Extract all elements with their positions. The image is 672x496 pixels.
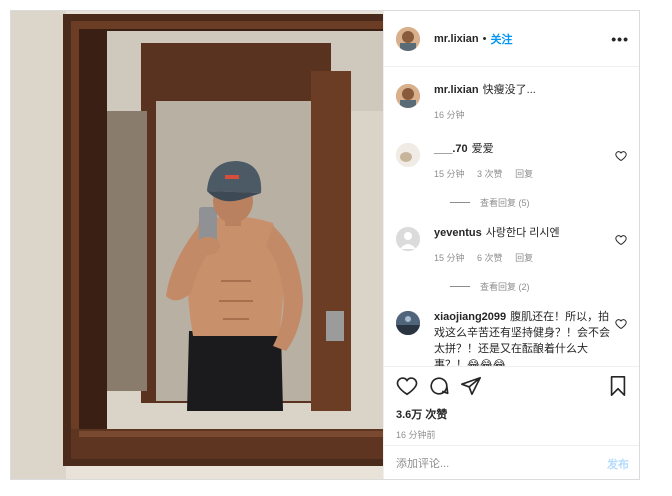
divider-line <box>450 286 470 287</box>
instagram-post: mr.lixian • 关注 ••• mr.lixian 快瘦没了... 16 分… <box>10 10 640 480</box>
follow-button[interactable]: 关注 <box>491 31 513 47</box>
post-timestamp[interactable]: 16 分钟前 <box>396 428 629 441</box>
view-replies-button[interactable]: 查看回复 (2) <box>450 280 629 293</box>
comment-input[interactable] <box>396 457 607 470</box>
like-heart-icon[interactable] <box>396 375 418 397</box>
caption-avatar[interactable] <box>396 84 420 108</box>
caption-text: 快瘦没了... <box>482 84 536 96</box>
likes-count[interactable]: 3.6万 次赞 <box>396 406 629 422</box>
comment-likes[interactable]: 3 次赞 <box>477 169 503 179</box>
heart-icon[interactable] <box>615 150 627 162</box>
share-icon[interactable] <box>460 375 482 397</box>
mirror-selfie-image <box>11 11 383 479</box>
comments-list[interactable]: mr.lixian 快瘦没了... 16 分钟 ___.70 爱爱 15 分钟 3 … <box>384 68 639 366</box>
caption: mr.lixian 快瘦没了... 16 分钟 <box>396 82 629 123</box>
post-photo[interactable] <box>11 11 383 479</box>
comment-likes[interactable]: 6 次赞 <box>477 253 503 263</box>
heart-icon[interactable] <box>615 234 627 246</box>
view-replies-button[interactable]: 查看回复 (5) <box>450 196 629 209</box>
comment-icon[interactable] <box>428 375 450 397</box>
reply-button[interactable]: 回复 <box>515 253 533 263</box>
comment-username[interactable]: yeventus <box>434 227 482 239</box>
comment-username[interactable]: ___.70 <box>434 143 468 155</box>
comment-username[interactable]: xiaojiang2099 <box>434 311 506 323</box>
comment-item: yeventus 사랑한다 리시엔 15 分钟 6 次赞 回复 <box>396 225 629 266</box>
post-header: mr.lixian • 关注 ••• <box>384 11 639 67</box>
view-replies-label: 查看回复 (5) <box>480 198 530 208</box>
caption-time[interactable]: 16 分钟 <box>434 110 465 120</box>
caption-username[interactable]: mr.lixian <box>434 84 479 96</box>
divider-line <box>450 202 470 203</box>
comment-text: 爱爱 <box>471 143 494 155</box>
comment-item: ___.70 爱爱 15 分钟 3 次赞 回复 <box>396 141 629 182</box>
heart-icon[interactable] <box>615 318 627 330</box>
header-separator: • <box>482 32 487 45</box>
comment-item: xiaojiang2099 腹肌还在！所以，拍戏这么辛苦还有坚持健身？！会不会太拼… <box>396 309 629 366</box>
post-actions: 3.6万 次赞 16 分钟前 <box>384 366 639 441</box>
more-options-icon[interactable]: ••• <box>611 31 629 47</box>
comment-time[interactable]: 15 分钟 <box>434 253 465 263</box>
comment-composer: 发布 <box>384 445 639 479</box>
comment-text: 사랑한다 리시엔 <box>485 227 560 239</box>
post-comment-button[interactable]: 发布 <box>607 456 629 472</box>
comment-avatar[interactable] <box>396 227 420 251</box>
comment-time[interactable]: 15 分钟 <box>434 169 465 179</box>
comment-avatar[interactable] <box>396 143 420 167</box>
comment-avatar[interactable] <box>396 311 420 335</box>
bookmark-icon[interactable] <box>607 375 629 397</box>
reply-button[interactable]: 回复 <box>515 169 533 179</box>
header-username[interactable]: mr.lixian <box>434 33 479 45</box>
view-replies-label: 查看回复 (2) <box>480 282 530 292</box>
avatar[interactable] <box>396 26 420 51</box>
post-side-panel: mr.lixian • 关注 ••• mr.lixian 快瘦没了... 16 分… <box>383 11 639 479</box>
